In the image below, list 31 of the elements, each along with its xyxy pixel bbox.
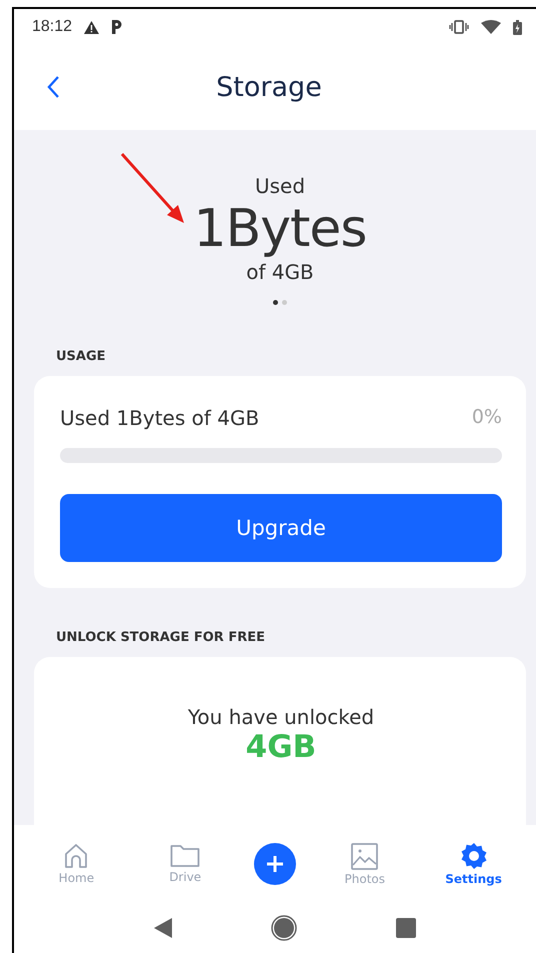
unlock-text: You have unlocked xyxy=(188,705,374,729)
unlock-amount: 4GB xyxy=(246,729,316,765)
nav-tab[interactable]: Home xyxy=(36,842,116,886)
settings-icon xyxy=(460,842,488,870)
nav-tab[interactable]: Drive xyxy=(145,843,226,885)
home-icon[interactable] xyxy=(270,915,297,941)
nav-tab[interactable]: Settings xyxy=(434,841,514,887)
total-label: of 4GB xyxy=(246,260,314,284)
section-heading: UNLOCK STORAGE FOR FREE xyxy=(56,630,266,645)
back-icon[interactable] xyxy=(154,918,172,938)
battery-icon xyxy=(513,20,522,34)
arrow-icon xyxy=(120,152,186,224)
recents-icon[interactable] xyxy=(396,918,416,938)
page-title: Storage xyxy=(216,72,322,103)
folder-icon xyxy=(170,844,200,868)
status-time: 18:12 xyxy=(32,18,72,36)
vibrate-icon xyxy=(449,20,469,34)
parking-icon xyxy=(111,20,122,34)
used-label: Used xyxy=(254,174,306,198)
upgrade-button[interactable]: Upgrade xyxy=(60,494,502,562)
usage-text: Used 1Bytes of 4GB xyxy=(60,406,260,430)
home-icon xyxy=(63,843,90,869)
plus-icon xyxy=(264,854,285,874)
wifi-icon xyxy=(481,20,501,34)
warning-icon xyxy=(84,20,100,34)
section-heading: USAGE xyxy=(56,349,107,364)
add-button[interactable] xyxy=(254,843,296,885)
image-icon xyxy=(351,842,378,870)
usage-percent: 0% xyxy=(472,406,502,430)
nav-tab[interactable]: Photos xyxy=(324,842,405,886)
used-amount: 1Bytes xyxy=(193,198,366,260)
